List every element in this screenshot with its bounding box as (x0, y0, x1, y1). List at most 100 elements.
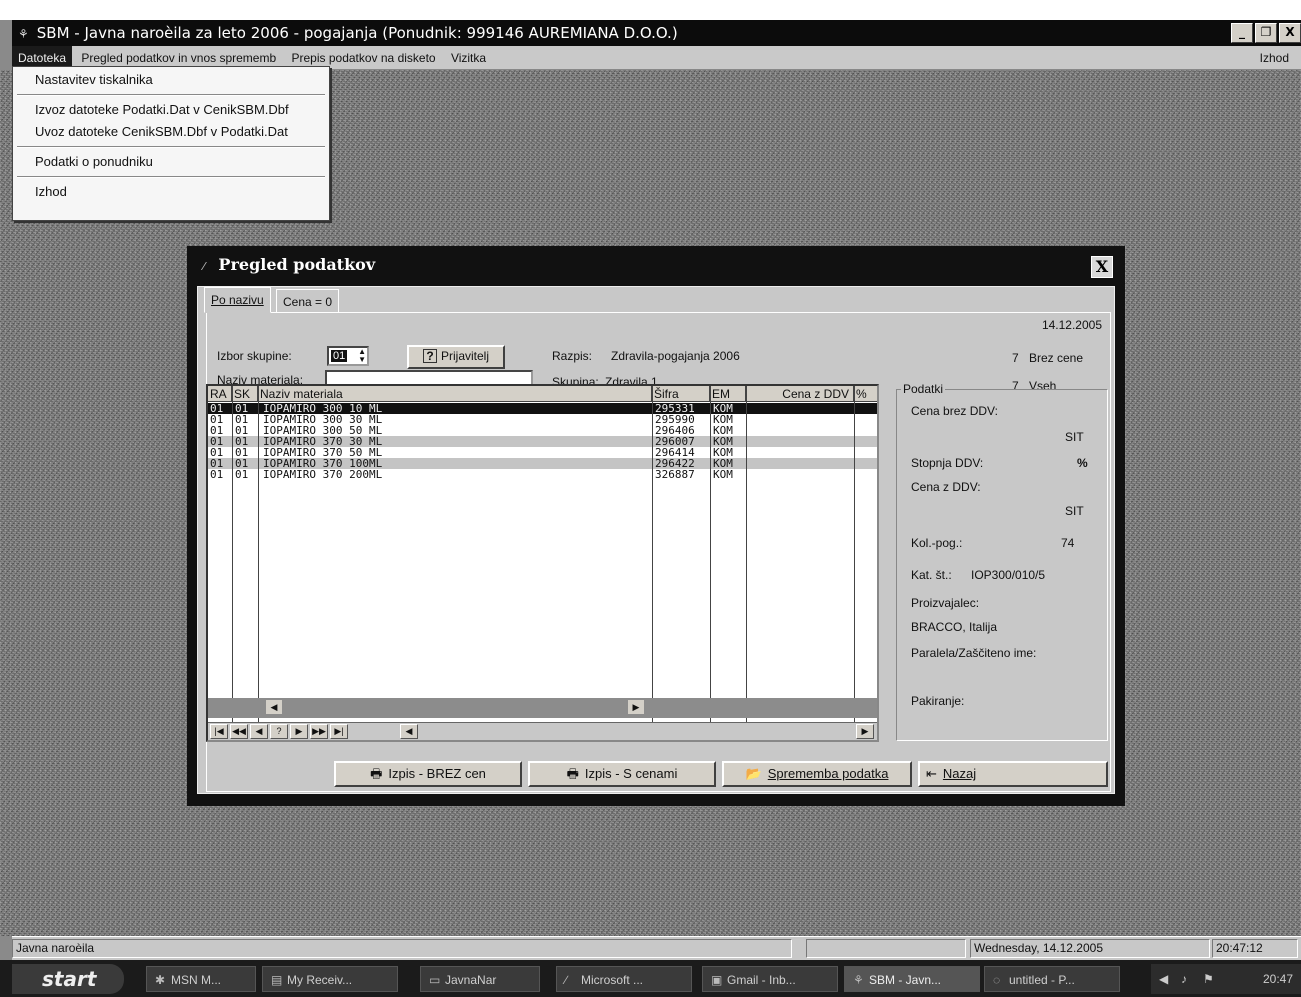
izbor-skupine-value: 01 (331, 350, 348, 362)
grid-column-line (854, 386, 855, 740)
menu-item-izhod[interactable]: Izhod (13, 181, 329, 203)
dialog-title-bar: ⁄ Pregled podatkov X (191, 250, 1121, 280)
cell-ra: 01 (210, 436, 224, 447)
nav-scroll-right-icon[interactable]: ▶ (856, 724, 874, 739)
kol-pog-value: 74 (1061, 536, 1075, 550)
table-row[interactable]: 01 01 IOPAMIRO 370 50 ML 296414 KOM (208, 447, 877, 458)
minimize-button[interactable]: _ (1231, 23, 1253, 43)
podatki-title: Podatki (901, 382, 946, 396)
col-cena-header[interactable]: Cena z DDV (746, 386, 854, 402)
task-my-receiv[interactable]: ▤ My Receiv... (262, 966, 398, 992)
grid-column-line (258, 386, 259, 740)
menu-item-uvoz[interactable]: Uvoz datoteke CenikSBM.Dbf v Podatki.Dat (13, 121, 329, 143)
nav-next-icon[interactable]: ▶ (290, 724, 308, 739)
table-row[interactable]: 01 01 IOPAMIRO 370 100ML 296422 KOM (208, 458, 877, 469)
volume-icon[interactable]: ♪ (1181, 964, 1187, 994)
date-label: 14.12.2005 (1041, 318, 1102, 332)
tab-cena-0[interactable]: Cena = 0 (276, 289, 340, 313)
system-tray: ◀ ♪ ⚑ 20:47 (1151, 964, 1301, 994)
menu-item-izvoz[interactable]: Izvoz datoteke Podatki.Dat v CenikSBM.Db… (13, 99, 329, 121)
printer-icon: 🖶 (370, 766, 383, 781)
razpis-label: Razpis: (552, 349, 593, 363)
menu-item-nastavitev-tiskalnika[interactable]: Nastavitev tiskalnika (13, 69, 329, 91)
cell-sifra: 296414 (655, 447, 695, 458)
status-empty (806, 939, 966, 958)
grid-horizontal-scrollbar[interactable]: ◀ ▶ (208, 698, 877, 718)
col-percent-header[interactable]: % (854, 386, 877, 402)
paralela-label: Paralela/Zaščiteno ime: (911, 646, 1037, 660)
close-window-button[interactable]: X (1279, 23, 1301, 43)
spinner-arrows-icon[interactable]: ▲ ▼ (358, 348, 366, 364)
task-gmail[interactable]: ▣ Gmail - Inb... (702, 966, 838, 992)
grid-column-line (746, 386, 747, 740)
table-row[interactable]: 01 01 IOPAMIRO 300 50 ML 296406 KOM (208, 425, 877, 436)
col-sk-header[interactable]: SK (232, 386, 258, 402)
task-sbm[interactable]: ⚘ SBM - Javn... (844, 966, 980, 992)
folder-icon: ▭ (429, 973, 441, 987)
network-icon[interactable]: ⚑ (1203, 964, 1214, 994)
cell-ra: 01 (210, 458, 224, 469)
cell-sk: 01 (235, 414, 249, 425)
task-msn[interactable]: ✱ MSN M... (146, 966, 256, 992)
tab-label: Po nazivu (211, 293, 264, 307)
window-icon: ▤ (271, 973, 283, 987)
col-em-header[interactable]: EM (710, 386, 746, 402)
izpis-s-cenami-button[interactable]: 🖶 Izpis - S cenami (528, 761, 716, 787)
datoteka-dropdown-menu: Nastavitev tiskalnika Izvoz datoteke Pod… (12, 66, 330, 221)
cell-naziv: IOPAMIRO 300 30 ML (263, 414, 383, 425)
cell-sk: 01 (235, 403, 249, 414)
tray-arrow-icon[interactable]: ◀ (1159, 964, 1168, 994)
status-date: Wednesday, 14.12.2005 (970, 939, 1210, 958)
table-row[interactable]: 01 01 IOPAMIRO 370 30 ML 296007 KOM (208, 436, 877, 447)
col-ra-header[interactable]: RA (208, 386, 232, 402)
nav-prev-page-icon[interactable]: ◀◀ (230, 724, 248, 739)
cell-ra: 01 (210, 425, 224, 436)
menu-separator (17, 176, 325, 178)
nav-last-icon[interactable]: ▶| (330, 724, 348, 739)
proizvajalec-value: BRACCO, Italija (911, 620, 998, 634)
dialog-body: Po nazivu Cena = 0 14.12.2005 Izbor skup… (197, 286, 1115, 794)
scroll-left-icon[interactable]: ◀ (266, 700, 282, 714)
izpis-brez-cen-button[interactable]: 🖶 Izpis - BREZ cen (334, 761, 522, 787)
dialog-close-button[interactable]: X (1091, 256, 1113, 278)
cell-ra: 01 (210, 447, 224, 458)
task-label: My Receiv... (287, 973, 353, 987)
restore-button[interactable]: ❐ (1255, 23, 1277, 43)
table-row[interactable]: 01 01 IOPAMIRO 300 10 ML 295331 KOM (208, 403, 877, 414)
menu-vizitka[interactable]: Vizitka (445, 46, 492, 70)
task-microsoft[interactable]: ∕ Microsoft ... (556, 966, 692, 992)
scan-margin (0, 0, 1301, 20)
exit-icon: ⇤ (926, 766, 937, 781)
tab-po-nazivu[interactable]: Po nazivu (204, 287, 271, 313)
cell-ra: 01 (210, 469, 224, 480)
sprememba-podatka-button[interactable]: 📂 Sprememba podatka (722, 761, 912, 787)
folder-icon: 📂 (745, 766, 762, 781)
cena-brez-ddv-label: Cena brez DDV: (911, 404, 998, 418)
window-controls: _ ❐ X (1231, 23, 1301, 43)
task-untitled-paint[interactable]: ◌ untitled - P... (984, 966, 1120, 992)
table-row[interactable]: 01 01 IOPAMIRO 370 200ML 326887 KOM (208, 469, 877, 480)
col-naziv-header[interactable]: Naziv materiala (258, 386, 652, 402)
col-sifra-header[interactable]: Šifra (652, 386, 710, 402)
menu-item-podatki-o-ponudniku[interactable]: Podatki o ponudniku (13, 151, 329, 173)
menu-izhod[interactable]: Izhod (1254, 46, 1295, 70)
nav-scroll-left-icon[interactable]: ◀ (400, 724, 418, 739)
izpis-brez-cen-label: Izpis - BREZ cen (388, 766, 486, 781)
prijavitelj-button[interactable]: ? Prijavitelj (407, 345, 505, 369)
nav-help-icon[interactable]: ? (270, 724, 288, 739)
scroll-right-icon[interactable]: ▶ (628, 700, 644, 714)
cell-sk: 01 (235, 425, 249, 436)
nav-first-icon[interactable]: |◀ (210, 724, 228, 739)
app-icon: ⚘ (853, 973, 864, 987)
cell-em: KOM (713, 403, 733, 414)
msn-icon: ✱ (155, 973, 166, 987)
nav-next-page-icon[interactable]: ▶▶ (310, 724, 328, 739)
nazaj-button[interactable]: ⇤ Nazaj (918, 761, 1108, 787)
cell-naziv: IOPAMIRO 300 10 ML (263, 403, 383, 414)
start-button[interactable]: start (12, 964, 124, 994)
task-javnanar[interactable]: ▭ JavnaNar (420, 966, 540, 992)
table-row[interactable]: 01 01 IOPAMIRO 300 30 ML 295990 KOM (208, 414, 877, 425)
izbor-skupine-spinner[interactable]: 01 ▲ ▼ (327, 346, 369, 366)
materials-grid[interactable]: RA SK Naziv materiala Šifra EM Cena z DD… (206, 384, 879, 742)
nav-prev-icon[interactable]: ◀ (250, 724, 268, 739)
